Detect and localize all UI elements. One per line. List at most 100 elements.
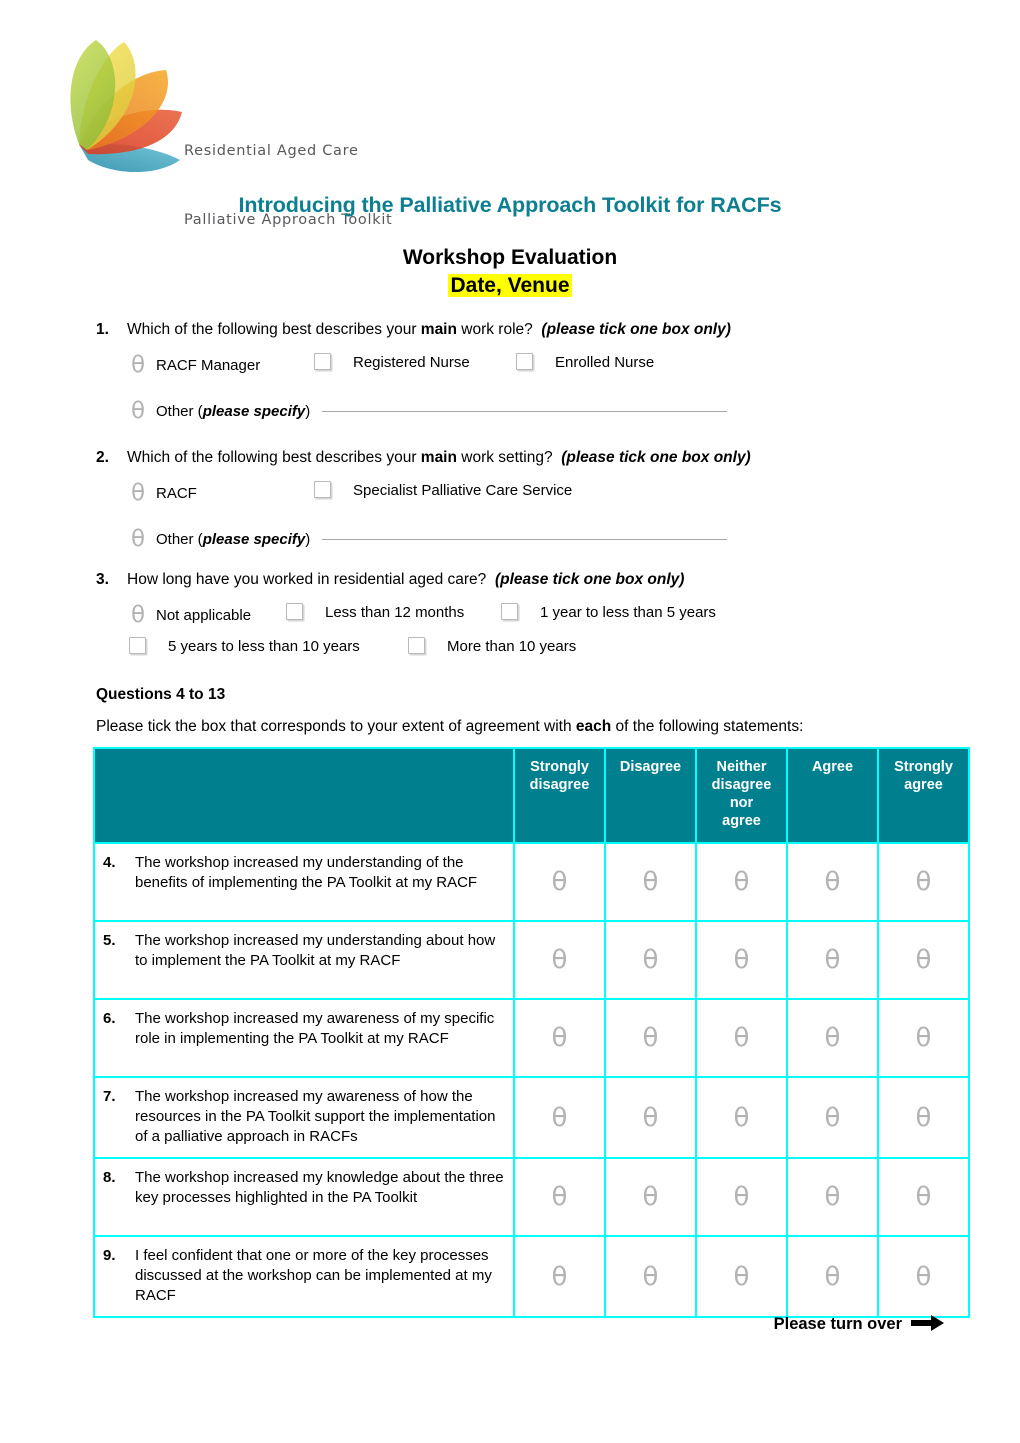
checkbox-theta-icon[interactable]: θ bbox=[643, 1025, 659, 1051]
rating-cell-disagree[interactable]: θ bbox=[604, 920, 697, 1000]
checkbox-theta-icon[interactable]: θ bbox=[825, 1025, 841, 1051]
option-1-to-5-years[interactable]: 1 year to less than 5 years bbox=[501, 603, 716, 621]
rating-cell-neither[interactable]: θ bbox=[695, 1157, 788, 1237]
option-more-than-10-years[interactable]: More than 10 years bbox=[408, 637, 577, 655]
checkbox-theta-icon[interactable]: θ bbox=[552, 1264, 568, 1290]
checkbox-square-icon[interactable] bbox=[314, 353, 331, 370]
rating-cell-strongly-agree[interactable]: θ bbox=[877, 1235, 970, 1318]
rating-cell-neither[interactable]: θ bbox=[695, 1076, 788, 1159]
rating-cell-agree[interactable]: θ bbox=[786, 1157, 879, 1237]
rating-cell-strongly-agree[interactable]: θ bbox=[877, 842, 970, 922]
statement-text: The workshop increased my understanding … bbox=[135, 932, 496, 969]
question-1-text: Which of the following best describes yo… bbox=[127, 320, 976, 340]
checkbox-square-icon[interactable] bbox=[314, 481, 331, 498]
rating-cell-strongly-disagree[interactable]: θ bbox=[513, 998, 606, 1078]
rating-cell-agree[interactable]: θ bbox=[786, 1235, 879, 1318]
other-specify-input[interactable] bbox=[322, 411, 728, 412]
checkbox-theta-icon[interactable]: θ bbox=[916, 1184, 932, 1210]
rating-cell-agree[interactable]: θ bbox=[786, 842, 879, 922]
brand-logo: Residential Aged Care Palliative Approac… bbox=[62, 32, 482, 228]
checkbox-theta-icon[interactable]: θ bbox=[734, 1025, 750, 1051]
checkbox-theta-icon[interactable]: θ bbox=[643, 869, 659, 895]
checkbox-theta-icon[interactable]: θ bbox=[131, 604, 145, 627]
checkbox-square-icon[interactable] bbox=[129, 637, 146, 654]
option-racf-manager[interactable]: θ RACF Manager bbox=[131, 354, 260, 377]
rating-cell-neither[interactable]: θ bbox=[695, 998, 788, 1078]
rating-cell-disagree[interactable]: θ bbox=[604, 1157, 697, 1237]
option-specialist-palliative-care-service[interactable]: Specialist Palliative Care Service bbox=[314, 481, 572, 499]
rating-cell-agree[interactable]: θ bbox=[786, 920, 879, 1000]
rating-cell-agree[interactable]: θ bbox=[786, 998, 879, 1078]
rating-cell-strongly-disagree[interactable]: θ bbox=[513, 842, 606, 922]
option-registered-nurse[interactable]: Registered Nurse bbox=[314, 353, 470, 371]
page-subtitle: Workshop Evaluation bbox=[402, 246, 618, 269]
rating-cell-strongly-disagree[interactable]: θ bbox=[513, 1076, 606, 1159]
checkbox-theta-icon[interactable]: θ bbox=[916, 1025, 932, 1051]
checkbox-square-icon[interactable] bbox=[408, 637, 425, 654]
rating-cell-disagree[interactable]: θ bbox=[604, 1235, 697, 1318]
rating-cell-neither[interactable]: θ bbox=[695, 1235, 788, 1318]
option-racf[interactable]: θ RACF bbox=[131, 482, 197, 505]
rating-cell-neither[interactable]: θ bbox=[695, 920, 788, 1000]
rating-cell-disagree[interactable]: θ bbox=[604, 1076, 697, 1159]
header-line: agree bbox=[722, 813, 761, 829]
question-3-options-row-2: 5 years to less than 10 years More than … bbox=[96, 637, 976, 664]
rating-cell-disagree[interactable]: θ bbox=[604, 998, 697, 1078]
rating-cell-strongly-agree[interactable]: θ bbox=[877, 1076, 970, 1159]
checkbox-theta-icon[interactable]: θ bbox=[552, 869, 568, 895]
q2-text-before: Which of the following best describes yo… bbox=[127, 449, 421, 466]
option-label: More than 10 years bbox=[447, 638, 577, 655]
checkbox-theta-icon[interactable]: θ bbox=[916, 869, 932, 895]
question-2-other[interactable]: θ Other (please specify) bbox=[131, 528, 976, 551]
checkbox-theta-icon[interactable]: θ bbox=[131, 482, 145, 505]
rating-cell-agree[interactable]: θ bbox=[786, 1076, 879, 1159]
question-1-other[interactable]: θ Other (please specify) bbox=[131, 400, 976, 423]
checkbox-theta-icon[interactable]: θ bbox=[734, 947, 750, 973]
option-label: Not applicable bbox=[156, 607, 252, 624]
checkbox-square-icon[interactable] bbox=[501, 603, 518, 620]
rating-cell-strongly-agree[interactable]: θ bbox=[877, 998, 970, 1078]
checkbox-theta-icon[interactable]: θ bbox=[916, 1105, 932, 1131]
rating-cell-strongly-disagree[interactable]: θ bbox=[513, 920, 606, 1000]
checkbox-theta-icon[interactable]: θ bbox=[825, 1105, 841, 1131]
rating-cell-neither[interactable]: θ bbox=[695, 842, 788, 922]
option-enrolled-nurse[interactable]: Enrolled Nurse bbox=[516, 353, 654, 371]
other-specify-input[interactable] bbox=[322, 539, 728, 540]
checkbox-theta-icon[interactable]: θ bbox=[131, 354, 145, 377]
checkbox-theta-icon[interactable]: θ bbox=[734, 1105, 750, 1131]
rating-cell-disagree[interactable]: θ bbox=[604, 842, 697, 922]
question-2-prompt: 2. Which of the following best describes… bbox=[96, 448, 976, 468]
checkbox-theta-icon[interactable]: θ bbox=[825, 869, 841, 895]
checkbox-square-icon[interactable] bbox=[286, 603, 303, 620]
rating-cell-strongly-disagree[interactable]: θ bbox=[513, 1235, 606, 1318]
checkbox-theta-icon[interactable]: θ bbox=[643, 1105, 659, 1131]
checkbox-theta-icon[interactable]: θ bbox=[916, 947, 932, 973]
checkbox-theta-icon[interactable]: θ bbox=[734, 869, 750, 895]
checkbox-theta-icon[interactable]: θ bbox=[131, 400, 145, 423]
venue-placeholder: Date, Venue bbox=[0, 274, 1020, 298]
checkbox-theta-icon[interactable]: θ bbox=[734, 1184, 750, 1210]
checkbox-theta-icon[interactable]: θ bbox=[552, 1025, 568, 1051]
rating-cell-strongly-disagree[interactable]: θ bbox=[513, 1157, 606, 1237]
checkbox-theta-icon[interactable]: θ bbox=[643, 947, 659, 973]
checkbox-theta-icon[interactable]: θ bbox=[552, 947, 568, 973]
option-not-applicable[interactable]: θ Not applicable bbox=[131, 604, 251, 627]
checkbox-theta-icon[interactable]: θ bbox=[643, 1264, 659, 1290]
question-2-options: θ RACF Specialist Palliative Care Servic… bbox=[96, 481, 976, 508]
checkbox-theta-icon[interactable]: θ bbox=[825, 1184, 841, 1210]
checkbox-square-icon[interactable] bbox=[516, 353, 533, 370]
checkbox-theta-icon[interactable]: θ bbox=[131, 528, 145, 551]
checkbox-theta-icon[interactable]: θ bbox=[825, 947, 841, 973]
checkbox-theta-icon[interactable]: θ bbox=[916, 1264, 932, 1290]
rating-cell-strongly-agree[interactable]: θ bbox=[877, 1157, 970, 1237]
rating-cell-strongly-agree[interactable]: θ bbox=[877, 920, 970, 1000]
checkbox-theta-icon[interactable]: θ bbox=[552, 1184, 568, 1210]
q3-hint: (please tick one box only) bbox=[494, 571, 685, 588]
checkbox-theta-icon[interactable]: θ bbox=[734, 1264, 750, 1290]
table-body: 4. The workshop increased my understandi… bbox=[93, 842, 970, 1318]
checkbox-theta-icon[interactable]: θ bbox=[552, 1105, 568, 1131]
checkbox-theta-icon[interactable]: θ bbox=[643, 1184, 659, 1210]
checkbox-theta-icon[interactable]: θ bbox=[825, 1264, 841, 1290]
option-less-than-12-months[interactable]: Less than 12 months bbox=[286, 603, 464, 621]
option-5-to-10-years[interactable]: 5 years to less than 10 years bbox=[129, 637, 360, 655]
